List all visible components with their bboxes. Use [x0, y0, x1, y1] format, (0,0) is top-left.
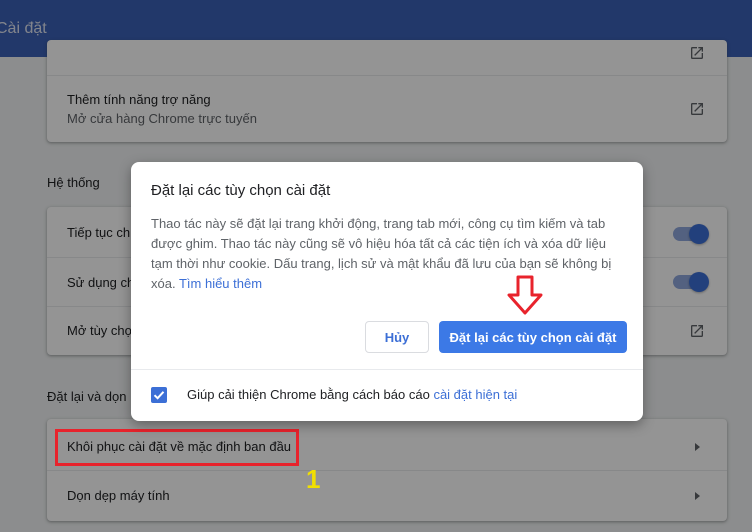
dialog-body: Thao tác này sẽ đặt lại trang khởi động,… — [151, 214, 621, 294]
current-settings-link[interactable]: cài đặt hiện tại — [433, 387, 517, 402]
reset-settings-dialog: Đặt lại các tùy chọn cài đặt Thao tác nà… — [131, 162, 643, 421]
dialog-title: Đặt lại các tùy chọn cài đặt — [151, 182, 331, 199]
checkmark-icon — [153, 391, 165, 400]
dialog-divider — [131, 369, 643, 370]
report-settings-label: Giúp cải thiện Chrome bằng cách báo cáo … — [187, 387, 517, 402]
reset-settings-button[interactable]: Đặt lại các tùy chọn cài đặt — [439, 321, 627, 353]
checkbox-label-text: Giúp cải thiện Chrome bằng cách báo cáo — [187, 387, 430, 402]
cancel-button[interactable]: Hủy — [365, 321, 429, 353]
annotation-highlight-box — [55, 429, 299, 466]
annotation-arrow-down-icon — [507, 275, 543, 315]
learn-more-link[interactable]: Tìm hiểu thêm — [179, 276, 262, 291]
annotation-step-1: 1 — [306, 464, 321, 494]
report-settings-checkbox[interactable] — [151, 387, 167, 403]
